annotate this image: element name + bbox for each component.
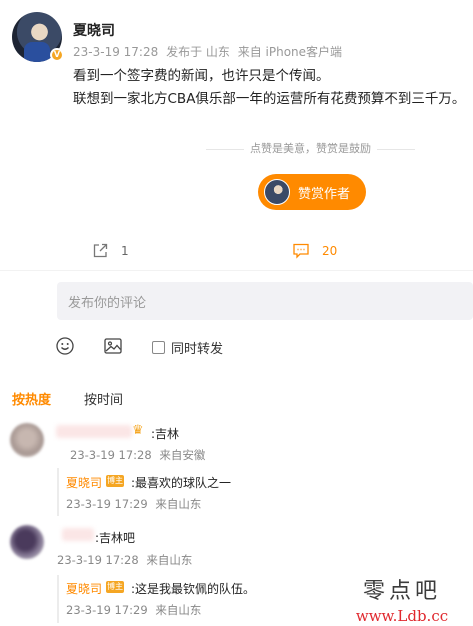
divider xyxy=(0,270,473,271)
reply-author[interactable]: 夏晓司 xyxy=(66,580,102,597)
reply-meta: 23-3-19 17:29 来自山东 xyxy=(66,602,205,618)
comment-date: 23-3-19 17:28 xyxy=(70,448,152,462)
comment-count: 20 xyxy=(322,243,338,258)
post-meta: 23-3-19 17:28 发布于 山东 来自 iPhone客户端 xyxy=(73,43,346,60)
reward-tip: 点赞是美意，赞赏是鼓励 xyxy=(200,140,400,156)
commenter-avatar[interactable] xyxy=(10,525,44,559)
watermark-title: 零点吧 xyxy=(362,579,441,604)
share-button[interactable]: 1 xyxy=(92,242,129,259)
comment-source: 来自安徽 xyxy=(159,448,206,462)
crown-icon: ♛ xyxy=(132,423,144,438)
site-watermark: 零点吧 www.Ldb.cc xyxy=(331,573,473,625)
blurred-username xyxy=(56,425,132,438)
watermark-url: www.Ldb.cc xyxy=(355,607,449,625)
comment-text: :吉林 xyxy=(151,427,180,441)
post-line: 联想到一家北方CBA俱乐部一年的运营所有花费预算不到三千万。 xyxy=(73,91,466,107)
reward-button-label: 赞赏作者 xyxy=(298,186,351,202)
reply-date: 23-3-19 17:29 xyxy=(66,497,148,511)
reply-source: 来自山东 xyxy=(155,603,202,617)
author-mini-avatar xyxy=(264,179,290,205)
post-location: 发布于 山东 xyxy=(166,45,230,59)
comment-meta: 23-3-19 17:28 来自山东 xyxy=(57,552,196,568)
emoji-icon[interactable] xyxy=(55,336,75,356)
comment-date: 23-3-19 17:28 xyxy=(57,553,139,567)
image-icon[interactable] xyxy=(103,336,123,356)
tab-sort-by-time[interactable]: 按时间 xyxy=(84,389,123,408)
commenter-avatar[interactable] xyxy=(10,423,44,457)
blurred-username xyxy=(62,528,94,541)
post-source: 来自 iPhone客户端 xyxy=(237,45,343,59)
verified-badge-icon: V xyxy=(50,48,64,62)
checkbox-icon xyxy=(152,341,165,354)
reply-text: :这是我最钦佩的队伍。 xyxy=(131,582,256,596)
post-body: 看到一个签字费的新闻，也许只是个传闻。 联想到一家北方CBA俱乐部一年的运营所有… xyxy=(73,65,471,111)
share-icon xyxy=(93,243,108,258)
blogger-badge: 博主 xyxy=(106,475,124,487)
reply-date: 23-3-19 17:29 xyxy=(66,603,148,617)
comment-source: 来自山东 xyxy=(146,553,193,567)
blogger-badge: 博主 xyxy=(106,581,124,593)
repost-checkbox[interactable]: 同时转发 xyxy=(152,338,223,357)
share-count: 1 xyxy=(121,243,129,258)
comment-meta: 23-3-19 17:28 来自安徽 xyxy=(70,447,209,463)
post-line: 看到一个签字费的新闻，也许只是个传闻。 xyxy=(73,68,330,84)
tab-sort-by-hot[interactable]: 按热度 xyxy=(12,389,51,408)
repost-label: 同时转发 xyxy=(171,342,224,357)
reply-source: 来自山东 xyxy=(155,497,202,511)
reply-author[interactable]: 夏晓司 xyxy=(66,474,102,491)
comment-text: :吉林吧 xyxy=(95,531,136,545)
reply-meta: 23-3-19 17:29 来自山东 xyxy=(66,496,205,512)
comment-input[interactable]: 发布你的评论 xyxy=(57,282,473,320)
post-date: 23-3-19 17:28 xyxy=(73,45,159,59)
comment-button[interactable]: 20 xyxy=(292,242,337,259)
post-author-name[interactable]: 夏晓司 xyxy=(73,20,115,40)
comment-icon xyxy=(293,243,309,259)
reply-text: :最喜欢的球队之一 xyxy=(131,476,232,490)
reward-author-button[interactable]: 赞赏作者 xyxy=(258,174,366,210)
